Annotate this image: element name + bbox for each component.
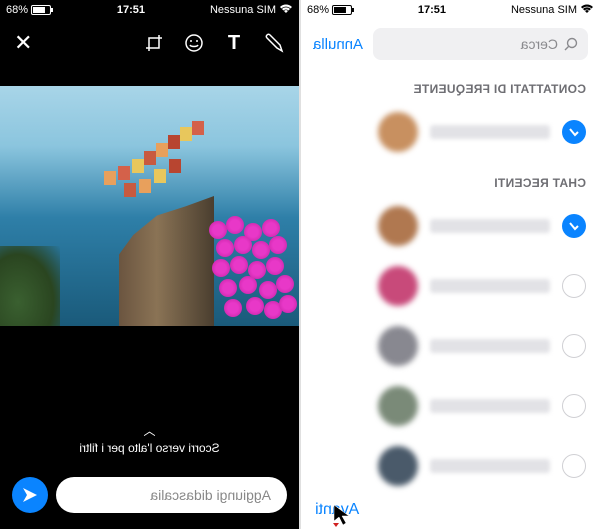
search-placeholder: Cerca (521, 36, 558, 52)
contact-row[interactable] (301, 102, 600, 162)
send-icon (21, 486, 39, 504)
search-row: Cerca Annulla (301, 20, 600, 68)
wifi-icon (580, 4, 594, 17)
battery-pct: 68% (307, 4, 329, 16)
close-icon[interactable]: ✕ (14, 30, 32, 56)
cancel-button[interactable]: Annulla (313, 36, 363, 53)
contact-row[interactable] (301, 316, 600, 376)
battery-icon (31, 5, 51, 15)
avatar (378, 326, 418, 366)
clock: 17:51 (116, 4, 144, 16)
avatar (378, 266, 418, 306)
contact-name (430, 125, 550, 139)
wifi-icon (279, 4, 293, 17)
contact-row[interactable] (301, 196, 600, 256)
battery-pct: 68% (6, 4, 28, 16)
contact-row[interactable] (301, 436, 600, 496)
contact-row[interactable] (301, 256, 600, 316)
search-input[interactable]: Cerca (373, 28, 588, 60)
checkmark-selected-icon[interactable] (562, 214, 586, 238)
text-icon[interactable]: T (223, 32, 245, 54)
emoji-icon[interactable] (183, 32, 205, 54)
checkmark-unselected-icon[interactable] (562, 334, 586, 358)
section-header-frequent: CONTATTATI DI FREQUENTE (301, 68, 600, 102)
checkmark-unselected-icon[interactable] (562, 274, 586, 298)
photo-preview[interactable] (0, 86, 299, 326)
caption-input[interactable]: Aggiungi didascalia (56, 477, 287, 513)
draw-icon[interactable] (263, 32, 285, 54)
send-button[interactable] (12, 477, 48, 513)
section-header-recent: CHAT RECENTI (301, 162, 600, 196)
search-icon (564, 37, 578, 51)
filter-hint[interactable]: ︿ Scorri verso l'alto per i filtri (0, 422, 299, 457)
contact-row[interactable] (301, 376, 600, 436)
battery-icon (332, 5, 352, 15)
contact-name (430, 399, 550, 413)
crop-icon[interactable] (143, 32, 165, 54)
checkmark-unselected-icon[interactable] (562, 394, 586, 418)
contact-name (430, 339, 550, 353)
cursor-icon (331, 503, 355, 527)
avatar (378, 206, 418, 246)
carrier-label: Nessuna SIM (210, 4, 276, 16)
contact-name (430, 279, 550, 293)
avatar (378, 386, 418, 426)
contact-name (430, 459, 550, 473)
checkmark-unselected-icon[interactable] (562, 454, 586, 478)
editor-toolbar: T ✕ (0, 20, 299, 66)
avatar (378, 112, 418, 152)
avatar (378, 446, 418, 486)
status-bar: Nessuna SIM 17:51 68% (0, 0, 299, 20)
status-bar: Nessuna SIM 17:51 68% (301, 0, 600, 20)
caption-bar: Aggiungi didascalia (12, 477, 287, 513)
chevron-up-icon: ︿ (0, 422, 299, 439)
checkmark-selected-icon[interactable] (562, 120, 586, 144)
photo-editor-screen: Nessuna SIM 17:51 68% T (0, 0, 299, 529)
contact-name (430, 219, 550, 233)
caption-placeholder: Aggiungi didascalia (150, 487, 271, 503)
share-screen: Nessuna SIM 17:51 68% Cerca Annulla CONT… (301, 0, 600, 529)
carrier-label: Nessuna SIM (511, 4, 577, 16)
filter-hint-label: Scorri verso l'alto per i filtri (79, 441, 219, 455)
clock: 17:51 (417, 4, 445, 16)
